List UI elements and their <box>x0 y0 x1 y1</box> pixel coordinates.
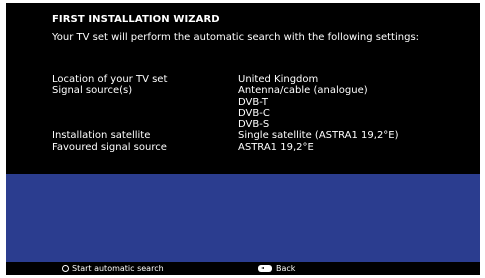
setting-row-signal-source: Signal source(s) Antenna/cable (analogue… <box>52 85 472 96</box>
wizard-title: FIRST INSTALLATION WIZARD <box>52 14 220 25</box>
setting-label: Signal source(s) <box>52 85 133 97</box>
setting-row-favoured-source: Favoured signal source ASTRA1 19,2°E <box>52 142 472 153</box>
back-button[interactable]: Back <box>258 263 295 274</box>
setting-row-dvb-s: DVB-S <box>52 119 472 130</box>
start-automatic-search-button[interactable]: Start automatic search <box>62 263 164 274</box>
start-automatic-search-label: Start automatic search <box>72 264 164 273</box>
settings-summary: Location of your TV set United Kingdom S… <box>52 74 472 153</box>
info-panel <box>6 174 480 262</box>
setting-value: DVB-T <box>238 96 269 108</box>
setting-row-dvb-c: DVB-C <box>52 108 472 119</box>
back-label: Back <box>276 264 296 273</box>
tv-screen: FIRST INSTALLATION WIZARD Your TV set wi… <box>6 3 480 275</box>
setting-row-location: Location of your TV set United Kingdom <box>52 74 472 85</box>
setting-value: DVB-C <box>238 107 270 119</box>
back-button-icon <box>258 265 272 272</box>
setting-row-dvb-t: DVB-T <box>52 97 472 108</box>
setting-value: ASTRA1 19,2°E <box>238 141 314 153</box>
setting-row-installation-satellite: Installation satellite Single satellite … <box>52 130 472 141</box>
ok-button-icon <box>62 265 69 272</box>
footer-bar: Start automatic search Back <box>6 262 480 275</box>
setting-label: Location of your TV set <box>52 74 168 85</box>
setting-value: United Kingdom <box>238 74 319 85</box>
setting-label: Installation satellite <box>52 130 151 142</box>
setting-value: DVB-S <box>238 119 270 131</box>
setting-label: Favoured signal source <box>52 141 167 153</box>
setting-value: Single satellite (ASTRA1 19,2°E) <box>238 130 399 142</box>
wizard-subtitle: Your TV set will perform the automatic s… <box>52 32 420 43</box>
setting-value: Antenna/cable (analogue) <box>238 85 368 97</box>
